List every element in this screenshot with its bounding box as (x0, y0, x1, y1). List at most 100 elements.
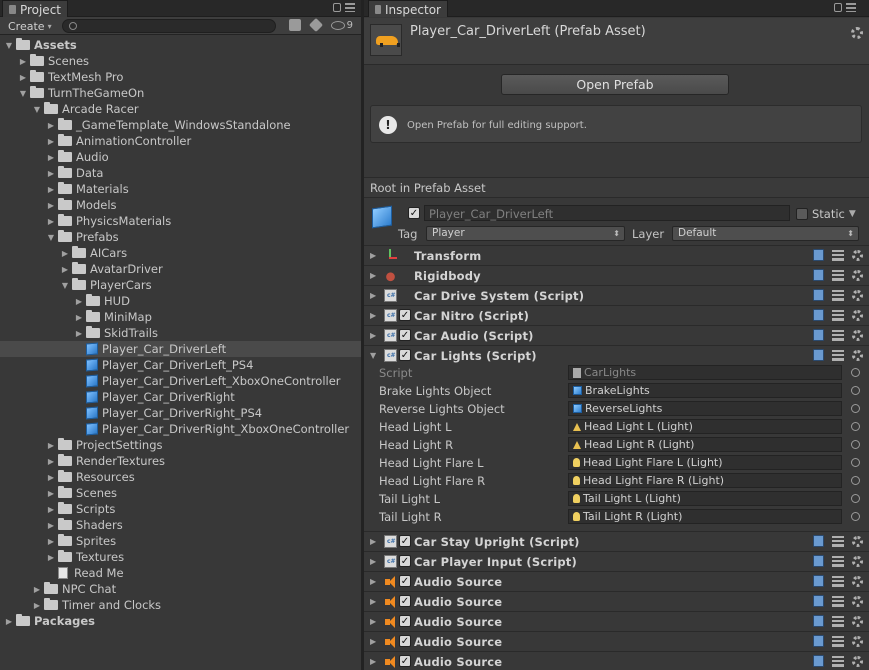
component-enabled-checkbox[interactable]: ✓ (399, 595, 411, 607)
help-book-icon[interactable] (813, 635, 824, 647)
object-reference-field[interactable]: ReverseLights (568, 401, 842, 416)
gear-icon[interactable] (852, 655, 863, 667)
folder-item[interactable]: ▶ PhysicsMaterials (0, 213, 361, 229)
folder-item[interactable]: ▶ AvatarDriver (0, 261, 361, 277)
preset-icon[interactable] (832, 329, 844, 341)
folder-item[interactable]: ▶ SkidTrails (0, 325, 361, 341)
hidden-packages-toggle[interactable]: 9 (330, 20, 353, 31)
prefab-item[interactable]: Player_Car_DriverRight (0, 389, 361, 405)
help-book-icon[interactable] (813, 555, 824, 567)
object-picker-icon[interactable] (851, 404, 860, 413)
folder-item[interactable]: ▶ MiniMap (0, 309, 361, 325)
active-checkbox[interactable]: ✓ (408, 207, 420, 219)
component-header[interactable]: ▶ ✓ Audio Source (364, 591, 869, 611)
help-book-icon[interactable] (813, 289, 824, 301)
expand-arrow-right-icon[interactable]: ▶ (46, 536, 56, 546)
folder-item[interactable]: ▼ PlayerCars (0, 277, 361, 293)
component-header[interactable]: ▶ ✓Car Stay Upright (Script) (364, 531, 869, 551)
expand-arrow-right-icon[interactable]: ▶ (370, 537, 376, 546)
component-enabled-checkbox[interactable]: ✓ (399, 535, 411, 547)
component-header[interactable]: ▶ Rigidbody (364, 265, 869, 285)
gear-icon[interactable] (852, 555, 863, 567)
prefab-item[interactable]: Player_Car_DriverLeft_PS4 (0, 357, 361, 373)
component-header[interactable]: ▶ Transform (364, 245, 869, 265)
help-book-icon[interactable] (813, 595, 824, 607)
expand-arrow-right-icon[interactable]: ▶ (46, 136, 56, 146)
help-book-icon[interactable] (813, 329, 824, 341)
component-header[interactable]: ▶ ✓ Audio Source (364, 631, 869, 651)
create-dropdown-button[interactable]: Create ▾ (4, 19, 56, 33)
component-enabled-checkbox[interactable]: ✓ (399, 635, 411, 647)
expand-arrow-right-icon[interactable]: ▶ (46, 520, 56, 530)
expand-arrow-right-icon[interactable]: ▶ (370, 291, 376, 300)
expand-arrow-right-icon[interactable]: ▶ (18, 72, 28, 82)
help-book-icon[interactable] (813, 269, 824, 281)
object-picker-icon[interactable] (851, 422, 860, 431)
component-enabled-checkbox[interactable]: ✓ (399, 555, 411, 567)
gear-icon[interactable] (852, 635, 863, 647)
preset-icon[interactable] (832, 289, 844, 301)
tab-project[interactable]: Project (2, 0, 68, 17)
search-input[interactable] (62, 19, 276, 33)
preset-icon[interactable] (832, 249, 844, 261)
help-book-icon[interactable] (813, 615, 824, 627)
folder-item[interactable]: ▼ Assets (0, 37, 361, 53)
expand-arrow-right-icon[interactable]: ▶ (46, 504, 56, 514)
folder-item[interactable]: ▶ ProjectSettings (0, 437, 361, 453)
layer-dropdown[interactable]: Default ⬍ (672, 226, 859, 241)
object-picker-icon[interactable] (851, 512, 860, 521)
panel-menu-icon[interactable] (345, 3, 355, 12)
folder-item[interactable]: ▶ Scenes (0, 53, 361, 69)
expand-arrow-right-icon[interactable]: ▶ (4, 616, 14, 626)
expand-arrow-right-icon[interactable]: ▶ (370, 271, 376, 280)
gear-icon[interactable] (852, 329, 863, 341)
expand-arrow-right-icon[interactable]: ▶ (46, 184, 56, 194)
gear-icon[interactable] (852, 595, 863, 607)
expand-arrow-right-icon[interactable]: ▶ (370, 617, 376, 626)
preset-icon[interactable] (832, 535, 844, 547)
folder-item[interactable]: ▶ Models (0, 197, 361, 213)
gear-icon[interactable] (852, 289, 863, 301)
help-book-icon[interactable] (813, 309, 824, 321)
gear-icon[interactable] (852, 269, 863, 281)
expand-arrow-down-icon[interactable]: ▼ (32, 104, 42, 114)
expand-arrow-right-icon[interactable]: ▶ (46, 552, 56, 562)
static-toggle[interactable]: Static ▼ (796, 207, 856, 221)
prefab-item[interactable]: Player_Car_DriverLeft_XboxOneController (0, 373, 361, 389)
expand-arrow-right-icon[interactable]: ▶ (32, 600, 42, 610)
preset-icon[interactable] (832, 595, 844, 607)
object-reference-field[interactable]: Head Light R (Light) (568, 437, 842, 452)
component-header[interactable]: ▶ ✓ Audio Source (364, 611, 869, 631)
gear-icon[interactable] (852, 575, 863, 587)
folder-item[interactable]: ▶ AnimationController (0, 133, 361, 149)
expand-arrow-right-icon[interactable]: ▶ (46, 472, 56, 482)
folder-item[interactable]: ▶ Data (0, 165, 361, 181)
expand-arrow-right-icon[interactable]: ▶ (370, 577, 376, 586)
component-enabled-checkbox[interactable]: ✓ (399, 655, 411, 667)
gear-icon[interactable] (851, 27, 863, 39)
object-picker-icon[interactable] (851, 440, 860, 449)
preset-icon[interactable] (832, 615, 844, 627)
expand-arrow-right-icon[interactable]: ▶ (46, 152, 56, 162)
folder-item[interactable]: ▶ RenderTextures (0, 453, 361, 469)
component-enabled-checkbox[interactable]: ✓ (399, 575, 411, 587)
expand-arrow-right-icon[interactable]: ▶ (46, 216, 56, 226)
gear-icon[interactable] (852, 349, 863, 361)
expand-arrow-right-icon[interactable]: ▶ (74, 312, 84, 322)
gear-icon[interactable] (852, 615, 863, 627)
expand-arrow-down-icon[interactable]: ▼ (46, 232, 56, 242)
expand-arrow-down-icon[interactable]: ▼ (18, 88, 28, 98)
folder-item[interactable]: ▶ Shaders (0, 517, 361, 533)
folder-item[interactable]: ▶ AICars (0, 245, 361, 261)
panel-menu-icon[interactable] (846, 3, 856, 12)
tab-inspector[interactable]: Inspector (368, 0, 448, 17)
folder-item[interactable]: ▶ TextMesh Pro (0, 69, 361, 85)
component-header[interactable]: ▶ ✓Car Audio (Script) (364, 325, 869, 345)
object-picker-icon[interactable] (851, 494, 860, 503)
gear-icon[interactable] (852, 535, 863, 547)
object-reference-field[interactable]: Tail Light R (Light) (568, 509, 842, 524)
expand-arrow-right-icon[interactable]: ▶ (60, 248, 70, 258)
expand-arrow-right-icon[interactable]: ▶ (370, 637, 376, 646)
expand-arrow-right-icon[interactable]: ▶ (46, 200, 56, 210)
expand-arrow-right-icon[interactable]: ▶ (46, 168, 56, 178)
